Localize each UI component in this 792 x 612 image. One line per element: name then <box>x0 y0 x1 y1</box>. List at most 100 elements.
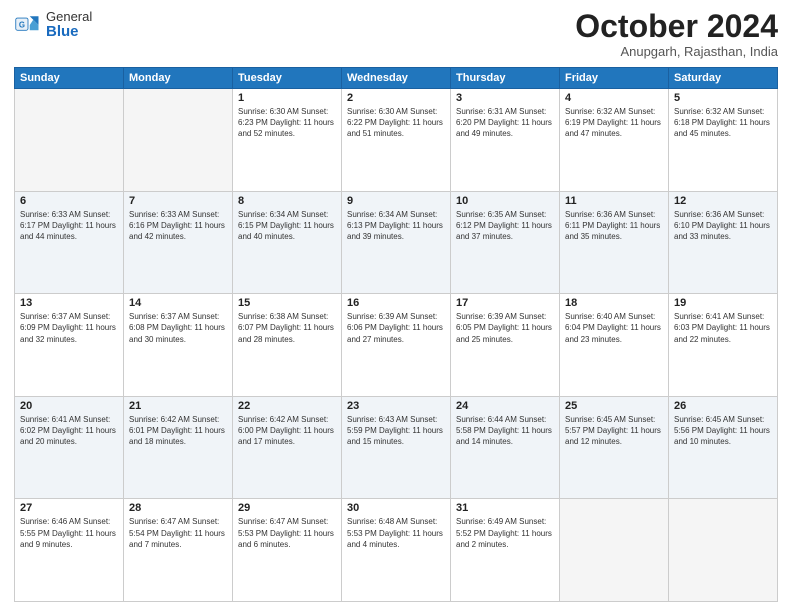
day-info: Sunrise: 6:37 AM Sunset: 6:09 PM Dayligh… <box>20 311 118 345</box>
col-tuesday: Tuesday <box>233 68 342 89</box>
day-info: Sunrise: 6:32 AM Sunset: 6:19 PM Dayligh… <box>565 106 663 140</box>
day-number: 1 <box>238 92 336 104</box>
calendar-row: 13Sunrise: 6:37 AM Sunset: 6:09 PM Dayli… <box>15 294 778 397</box>
day-number: 12 <box>674 195 772 207</box>
day-info: Sunrise: 6:34 AM Sunset: 6:15 PM Dayligh… <box>238 209 336 243</box>
header: G General Blue October 2024 Anupgarh, Ra… <box>14 10 778 59</box>
day-number: 31 <box>456 502 554 514</box>
day-info: Sunrise: 6:43 AM Sunset: 5:59 PM Dayligh… <box>347 414 445 448</box>
col-wednesday: Wednesday <box>342 68 451 89</box>
calendar-page: G General Blue October 2024 Anupgarh, Ra… <box>0 0 792 612</box>
day-info: Sunrise: 6:47 AM Sunset: 5:54 PM Dayligh… <box>129 516 227 550</box>
day-number: 21 <box>129 400 227 412</box>
day-number: 25 <box>565 400 663 412</box>
title-block: October 2024 Anupgarh, Rajasthan, India <box>575 10 778 59</box>
logo-general: General <box>46 10 92 24</box>
day-info: Sunrise: 6:49 AM Sunset: 5:52 PM Dayligh… <box>456 516 554 550</box>
day-info: Sunrise: 6:40 AM Sunset: 6:04 PM Dayligh… <box>565 311 663 345</box>
month-title: October 2024 <box>575 10 778 42</box>
day-info: Sunrise: 6:39 AM Sunset: 6:06 PM Dayligh… <box>347 311 445 345</box>
table-row: 15 Sunrise: 6:38 AM Sunset: 6:07 PM Dayli… <box>233 294 342 397</box>
table-row: 12Sunrise: 6:36 AM Sunset: 6:10 PM Dayli… <box>669 191 778 294</box>
col-sunday: Sunday <box>15 68 124 89</box>
day-info: Sunrise: 6:41 AM Sunset: 6:03 PM Dayligh… <box>674 311 772 345</box>
table-row: 31 Sunrise: 6:49 AM Sunset: 5:52 PM Dayli… <box>451 499 560 602</box>
table-row <box>560 499 669 602</box>
table-row: 13Sunrise: 6:37 AM Sunset: 6:09 PM Dayli… <box>15 294 124 397</box>
day-info: Sunrise: 6:48 AM Sunset: 5:53 PM Dayligh… <box>347 516 445 550</box>
table-row: 6 Sunrise: 6:33 AM Sunset: 6:17 PM Daylig… <box>15 191 124 294</box>
day-number: 2 <box>347 92 445 104</box>
calendar-row: 27 Sunrise: 6:46 AM Sunset: 5:55 PM Dayli… <box>15 499 778 602</box>
day-info: Sunrise: 6:30 AM Sunset: 6:22 PM Dayligh… <box>347 106 445 140</box>
col-friday: Friday <box>560 68 669 89</box>
table-row: 17 Sunrise: 6:39 AM Sunset: 6:05 PM Dayli… <box>451 294 560 397</box>
day-info: Sunrise: 6:31 AM Sunset: 6:20 PM Dayligh… <box>456 106 554 140</box>
day-number: 6 <box>20 195 118 207</box>
day-number: 10 <box>456 195 554 207</box>
table-row: 21 Sunrise: 6:42 AM Sunset: 6:01 PM Dayli… <box>124 396 233 499</box>
day-number: 9 <box>347 195 445 207</box>
table-row: 8 Sunrise: 6:34 AM Sunset: 6:15 PM Daylig… <box>233 191 342 294</box>
table-row: 14Sunrise: 6:37 AM Sunset: 6:08 PM Dayli… <box>124 294 233 397</box>
day-info: Sunrise: 6:32 AM Sunset: 6:18 PM Dayligh… <box>674 106 772 140</box>
day-number: 4 <box>565 92 663 104</box>
day-number: 17 <box>456 297 554 309</box>
table-row: 30Sunrise: 6:48 AM Sunset: 5:53 PM Dayli… <box>342 499 451 602</box>
logo: G General Blue <box>14 10 92 41</box>
table-row: 24 Sunrise: 6:44 AM Sunset: 5:58 PM Dayli… <box>451 396 560 499</box>
table-row <box>669 499 778 602</box>
table-row: 29 Sunrise: 6:47 AM Sunset: 5:53 PM Dayli… <box>233 499 342 602</box>
day-number: 23 <box>347 400 445 412</box>
day-number: 29 <box>238 502 336 514</box>
day-info: Sunrise: 6:45 AM Sunset: 5:56 PM Dayligh… <box>674 414 772 448</box>
day-number: 15 <box>238 297 336 309</box>
day-number: 18 <box>565 297 663 309</box>
day-info: Sunrise: 6:33 AM Sunset: 6:16 PM Dayligh… <box>129 209 227 243</box>
day-number: 8 <box>238 195 336 207</box>
day-number: 27 <box>20 502 118 514</box>
table-row: 26Sunrise: 6:45 AM Sunset: 5:56 PM Dayli… <box>669 396 778 499</box>
day-number: 14 <box>129 297 227 309</box>
day-info: Sunrise: 6:36 AM Sunset: 6:11 PM Dayligh… <box>565 209 663 243</box>
table-row: 1 Sunrise: 6:30 AM Sunset: 6:23 PM Daylig… <box>233 89 342 192</box>
day-info: Sunrise: 6:47 AM Sunset: 5:53 PM Dayligh… <box>238 516 336 550</box>
logo-blue: Blue <box>46 24 92 41</box>
table-row: 23 Sunrise: 6:43 AM Sunset: 5:59 PM Dayli… <box>342 396 451 499</box>
table-row: 19 Sunrise: 6:41 AM Sunset: 6:03 PM Dayli… <box>669 294 778 397</box>
col-thursday: Thursday <box>451 68 560 89</box>
day-number: 28 <box>129 502 227 514</box>
day-number: 19 <box>674 297 772 309</box>
day-number: 16 <box>347 297 445 309</box>
table-row: 3 Sunrise: 6:31 AM Sunset: 6:20 PM Daylig… <box>451 89 560 192</box>
table-row <box>124 89 233 192</box>
svg-text:G: G <box>19 21 25 30</box>
logo-text: General Blue <box>46 10 92 41</box>
day-info: Sunrise: 6:39 AM Sunset: 6:05 PM Dayligh… <box>456 311 554 345</box>
table-row: 18 Sunrise: 6:40 AM Sunset: 6:04 PM Dayli… <box>560 294 669 397</box>
day-info: Sunrise: 6:30 AM Sunset: 6:23 PM Dayligh… <box>238 106 336 140</box>
day-number: 20 <box>20 400 118 412</box>
table-row: 20 Sunrise: 6:41 AM Sunset: 6:02 PM Dayli… <box>15 396 124 499</box>
day-info: Sunrise: 6:42 AM Sunset: 6:01 PM Dayligh… <box>129 414 227 448</box>
calendar-row: 6 Sunrise: 6:33 AM Sunset: 6:17 PM Daylig… <box>15 191 778 294</box>
table-row: 9 Sunrise: 6:34 AM Sunset: 6:13 PM Daylig… <box>342 191 451 294</box>
logo-icon: G <box>14 11 42 39</box>
day-number: 24 <box>456 400 554 412</box>
table-row <box>15 89 124 192</box>
day-info: Sunrise: 6:38 AM Sunset: 6:07 PM Dayligh… <box>238 311 336 345</box>
calendar-row: 1 Sunrise: 6:30 AM Sunset: 6:23 PM Daylig… <box>15 89 778 192</box>
day-info: Sunrise: 6:35 AM Sunset: 6:12 PM Dayligh… <box>456 209 554 243</box>
day-info: Sunrise: 6:41 AM Sunset: 6:02 PM Dayligh… <box>20 414 118 448</box>
day-number: 3 <box>456 92 554 104</box>
day-number: 11 <box>565 195 663 207</box>
table-row: 11 Sunrise: 6:36 AM Sunset: 6:11 PM Dayli… <box>560 191 669 294</box>
day-info: Sunrise: 6:46 AM Sunset: 5:55 PM Dayligh… <box>20 516 118 550</box>
col-monday: Monday <box>124 68 233 89</box>
day-info: Sunrise: 6:34 AM Sunset: 6:13 PM Dayligh… <box>347 209 445 243</box>
day-info: Sunrise: 6:33 AM Sunset: 6:17 PM Dayligh… <box>20 209 118 243</box>
table-row: 2 Sunrise: 6:30 AM Sunset: 6:22 PM Daylig… <box>342 89 451 192</box>
day-info: Sunrise: 6:44 AM Sunset: 5:58 PM Dayligh… <box>456 414 554 448</box>
table-row: 10 Sunrise: 6:35 AM Sunset: 6:12 PM Dayli… <box>451 191 560 294</box>
day-info: Sunrise: 6:45 AM Sunset: 5:57 PM Dayligh… <box>565 414 663 448</box>
